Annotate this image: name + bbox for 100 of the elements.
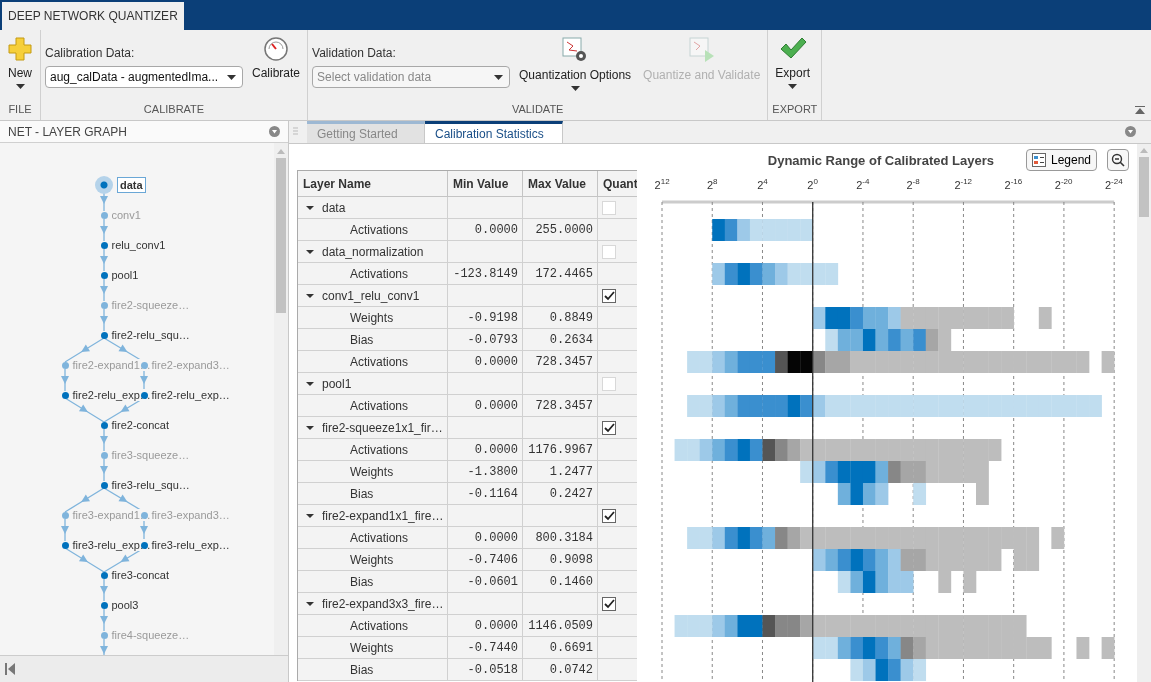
checkbox[interactable] — [602, 420, 616, 435]
table-cell: 255.0000 — [523, 219, 598, 241]
grip-icon — [293, 127, 298, 137]
table-cell — [598, 461, 637, 483]
edge-arrow — [100, 608, 108, 632]
caret-icon — [788, 84, 798, 89]
layer-name-cell[interactable]: fire2-expand1x1_fire… — [298, 505, 448, 527]
gauge-icon — [263, 36, 289, 62]
table-cell: Activations — [298, 395, 448, 417]
table-cell: -0.7440 — [448, 637, 523, 659]
axis-tick-label: 2$^{-4}$ — [855, 176, 871, 192]
legend-icon — [1031, 153, 1046, 168]
table-cell: 0.2427 — [523, 483, 598, 505]
table-cell: 0.0000 — [448, 439, 523, 461]
layer-name: conv1_relu_conv1 — [322, 288, 420, 303]
table-cell: -0.1164 — [448, 483, 523, 505]
edge-arrow — [100, 218, 108, 242]
scroll-thumb[interactable] — [1139, 157, 1149, 217]
table-cell: -0.0518 — [448, 659, 523, 681]
caret-icon[interactable] — [306, 599, 314, 608]
table-cell: 0.0742 — [523, 659, 598, 681]
node-label[interactable]: fire2-relu_squ… — [111, 329, 190, 341]
caret-icon[interactable] — [306, 423, 314, 432]
table-cell: Weights — [298, 549, 448, 571]
field-label: Validation Data: — [312, 46, 397, 60]
table-cell — [598, 329, 637, 351]
table-cell: Activations — [298, 263, 448, 285]
checkbox[interactable] — [602, 508, 616, 523]
caret-icon[interactable] — [306, 291, 314, 300]
table-cell: -0.0793 — [448, 329, 523, 351]
table-cell: 1176.9967 — [523, 439, 598, 461]
edge-arrow — [61, 518, 69, 542]
table-cell: 0.0000 — [448, 395, 523, 417]
scroll-thumb[interactable] — [276, 158, 286, 313]
toolbar-button[interactable]: Quantization Options — [516, 34, 635, 102]
node-label[interactable]: fire3-concat — [111, 569, 169, 581]
table-cell: 800.3184 — [523, 527, 598, 549]
collapse-icon[interactable] — [1135, 106, 1145, 114]
column-header[interactable]: Quant — [598, 171, 637, 197]
edge-arrow — [64, 487, 105, 513]
node-label[interactable]: relu_conv1 — [111, 239, 166, 251]
edge-arrow — [100, 638, 108, 655]
column-header[interactable]: Layer Name — [298, 171, 448, 197]
section-title: FILE — [7, 103, 33, 117]
table-cell: 0.0000 — [448, 615, 523, 637]
caret-icon — [15, 84, 25, 89]
toolbar-button[interactable]: New — [4, 34, 36, 102]
app-tab[interactable]: DEEP NETWORK QUANTIZER — [2, 2, 184, 30]
caret-icon — [227, 74, 236, 80]
dropdown-field[interactable]: aug_calData - augmentedIma... — [45, 66, 243, 88]
node-label[interactable]: fire3-relu_exp… — [151, 539, 230, 551]
node-label[interactable]: data — [117, 177, 146, 193]
table-cell: Bias — [298, 483, 448, 505]
node-label[interactable]: fire2-concat — [111, 419, 169, 431]
zoom-out-icon — [1111, 153, 1125, 168]
toolbar-button[interactable]: Export — [772, 34, 813, 102]
layer-name-cell[interactable]: fire2-expand3x3_fire… — [298, 593, 448, 615]
checkbox[interactable] — [602, 596, 616, 611]
table-cell: Activations — [298, 527, 448, 549]
column-header[interactable]: Max Value — [523, 171, 598, 197]
node-label[interactable]: pool3 — [111, 599, 139, 611]
table-cell: 728.3457 — [523, 351, 598, 373]
table-cell: Weights — [298, 307, 448, 329]
node-label[interactable]: fire3-relu_squ… — [111, 479, 190, 491]
toolbar-button[interactable]: Calibrate — [249, 34, 304, 102]
scrollbar[interactable] — [274, 143, 288, 655]
table-cell: Activations — [298, 351, 448, 373]
panel-menu-icon[interactable] — [269, 126, 280, 137]
layer-name: fire2-expand1x1_fire… — [322, 508, 444, 523]
table-cell: -1.3800 — [448, 461, 523, 483]
layer-name-cell[interactable]: fire2-squeeze1x1_fir… — [298, 417, 448, 439]
table-cell: Activations — [298, 439, 448, 461]
checkbox[interactable] — [602, 288, 616, 303]
table-cell: -123.8149 — [448, 263, 523, 285]
scrollbar[interactable] — [1137, 144, 1151, 682]
layer-name-cell[interactable]: conv1_relu_conv1 — [298, 285, 448, 307]
table-cell: Bias — [298, 329, 448, 351]
first-page-icon[interactable] — [5, 663, 15, 675]
edge-arrow — [100, 578, 108, 602]
table-cell: -0.0601 — [448, 571, 523, 593]
zoom-out-button[interactable] — [1107, 149, 1129, 172]
panel-menu-icon[interactable] — [1125, 126, 1136, 137]
layer-name: pool1 — [322, 376, 352, 391]
legend-button[interactable]: Legend — [1025, 149, 1097, 172]
table-cell: Bias — [298, 659, 448, 681]
table-cell — [598, 637, 637, 659]
chart-title: Dynamic Range of Calibrated Layers — [767, 152, 994, 168]
node-label[interactable]: pool1 — [111, 269, 139, 281]
axis-tick-label: 2$^{12}$ — [653, 176, 671, 192]
table-cell: 0.6691 — [523, 637, 598, 659]
table-cell: Weights — [298, 461, 448, 483]
section-title: EXPORT — [772, 103, 818, 117]
caret-icon[interactable] — [306, 511, 314, 520]
layer-name: fire2-squeeze1x1_fir… — [322, 420, 443, 435]
node-label[interactable]: fire2-relu_exp… — [151, 389, 230, 401]
edge-arrow — [100, 458, 108, 482]
column-header[interactable]: Min Value — [448, 171, 523, 197]
document-tab[interactable]: Calibration Statistics — [425, 121, 563, 143]
edge-arrow — [61, 368, 69, 392]
section-title: VALIDATE — [510, 103, 565, 117]
